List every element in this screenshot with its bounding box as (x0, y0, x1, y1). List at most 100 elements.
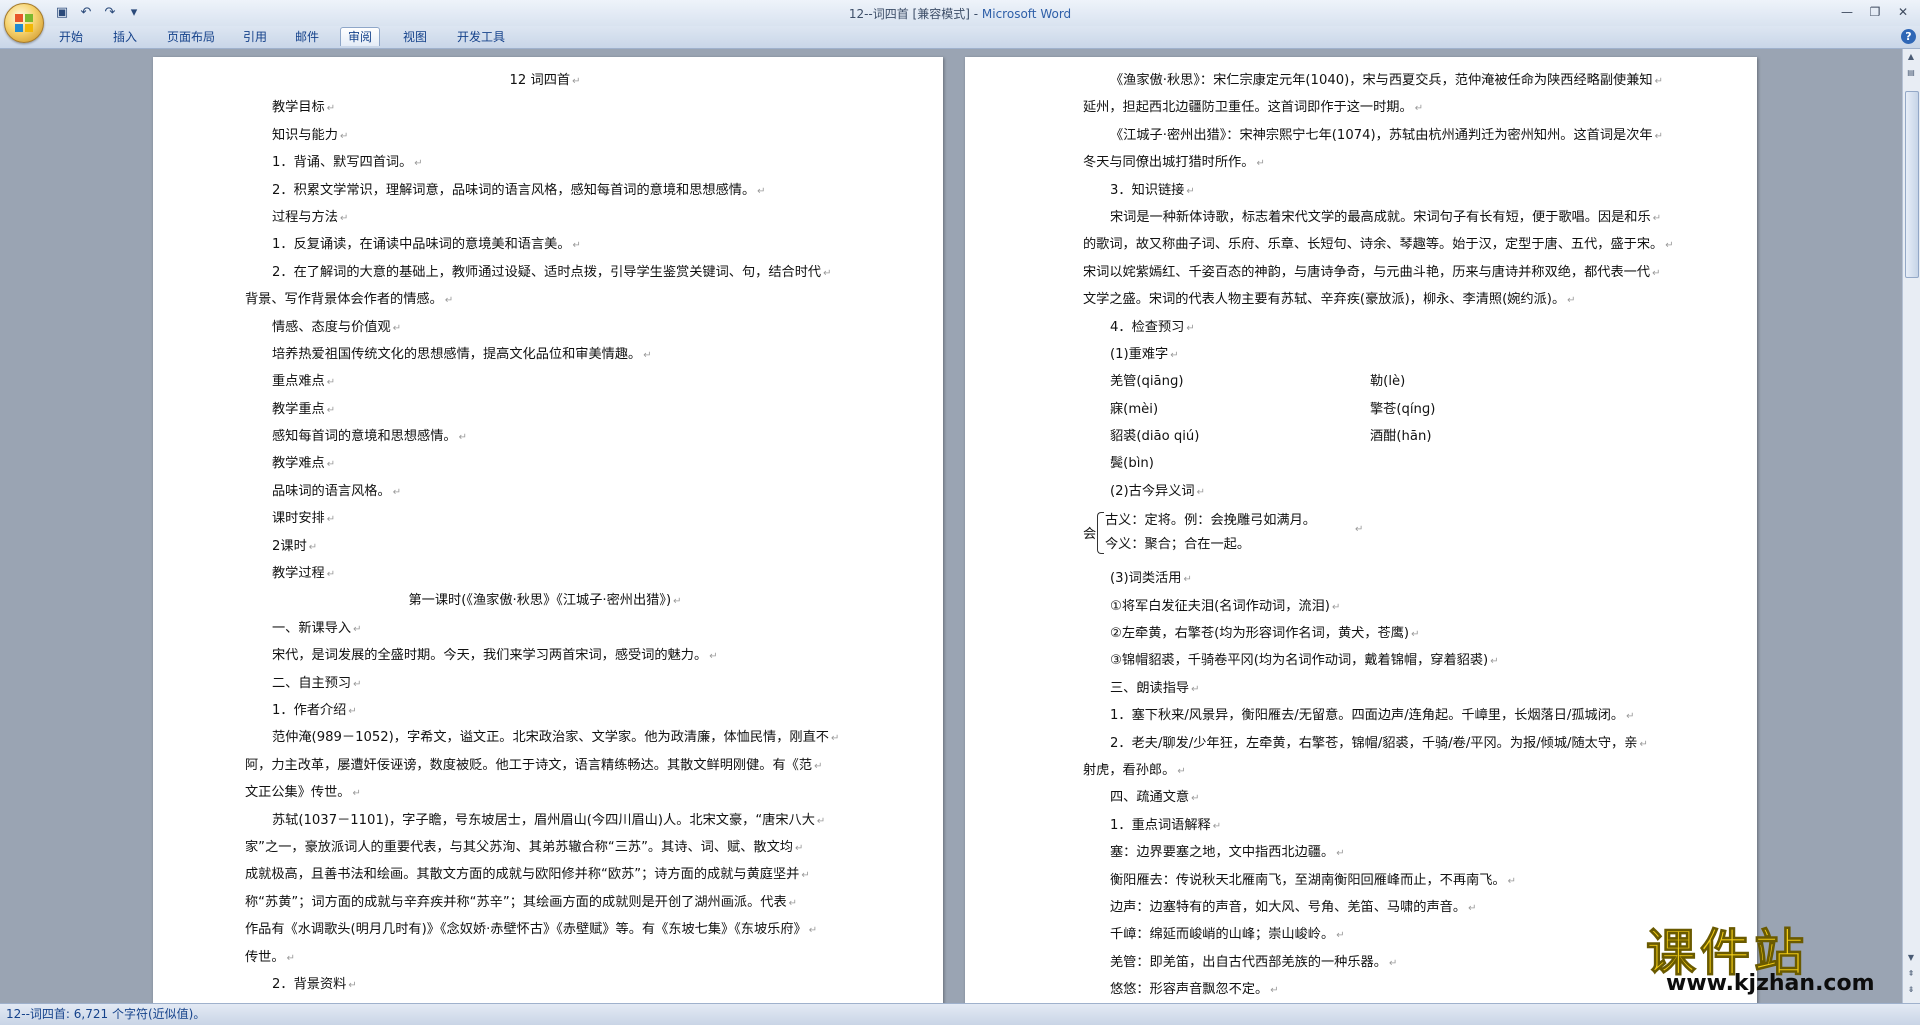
pronunciation-item: 擎苍(qínɡ) (1370, 401, 1436, 417)
doc-line: 重点难点 ↵ (245, 368, 845, 395)
minimize-icon[interactable]: — (1834, 2, 1860, 22)
paragraph-mark: ↵ (643, 349, 652, 361)
scroll-up-icon[interactable]: ▲ (1905, 51, 1917, 63)
doc-line: 范仲淹(989－1052)，字希文，谥文正。北宋政治家、文学家。他为政清廉，体恤… (245, 724, 845, 751)
doc-line-text: 延州，担起西北边疆防卫重任。这首词即作于这一时期。 (1083, 100, 1413, 116)
pronunciation-row: 鬓(bìn) (1083, 450, 1673, 477)
doc-line-text: 冬天与同僚出城打猎时所作。 (1083, 155, 1255, 171)
gujin-new: 今义：聚合；合在一起。 (1105, 537, 1251, 553)
ruler-toggle-icon[interactable]: ▤ (1905, 67, 1917, 79)
doc-line-text: 称“苏黄”；词方面的成就与辛弃疾并称“苏辛”；其绘画方面的成就则是开创了湖州画派… (245, 894, 787, 910)
doc-line: 教学难点 ↵ (245, 450, 845, 477)
pronunciation-row: 寐(mèi) 擎苍(qínɡ) (1083, 396, 1673, 423)
doc-line-text: 范仲淹(989－1052)，字希文，谥文正。北宋政治家、文学家。他为政清廉，体恤… (272, 730, 829, 746)
pronunciation-row: 貂裘(diāo qiú) 酒酣(hān) (1083, 423, 1673, 450)
doc-line: 悠悠：形容声音飘忽不定。 ↵ (1083, 976, 1673, 1003)
paragraph-mark: ↵ (1468, 902, 1477, 914)
doc-line: 衡阳雁去：传说秋天北雁南飞，至湖南衡阳回雁峰而止，不再南飞。 ↵ (1083, 867, 1673, 894)
document-title: 12--词四首 [兼容模式] - (848, 7, 982, 21)
doc-line-text: 文正公集》传世。 (245, 785, 351, 801)
doc-line: 2．积累文学常识，理解词意，品味词的语言风格，感知每首词的意境和思想感情。 ↵ (245, 177, 845, 204)
doc-line-text: 四、疏通文意 (1110, 790, 1190, 806)
document-area[interactable]: 12 词四首 ↵ 教学目标 ↵ 知识与能力 ↵ 1．背诵、默写四首词。 ↵ 2．积累文学常识，理… (0, 49, 1920, 1004)
doc-line: 宋词以姹紫嫣红、千姿百态的神韵，与唐诗争奇，与元曲斗艳，历来与唐诗并称双绝，都代… (1083, 259, 1673, 286)
prev-page-icon[interactable]: ⇞ (1905, 968, 1917, 980)
doc-line-text: 第一课时(《渔家傲·秋思》《江城子·密州出猎》) (408, 593, 672, 609)
document-page-1[interactable]: 12 词四首 ↵ 教学目标 ↵ 知识与能力 ↵ 1．背诵、默写四首词。 ↵ 2．积累文学常识，理… (153, 57, 943, 1004)
gujin-brace-block: 会 古义：定将。例：会挽雕弓如满月。 今义：聚合；合在一起。 ↵ (1083, 509, 1673, 559)
paragraph-mark: ↵ (1414, 103, 1424, 115)
doc-line: 过程与方法 ↵ (245, 204, 845, 231)
doc-line: 羌管：即羌笛，出自古代西部羌族的一种乐器。 ↵ (1083, 949, 1673, 976)
doc-line-text: 背景、写作背景体会作者的情感。 (245, 292, 443, 308)
title-bar: ▣ ↶ ↷ ▾ 12--词四首 [兼容模式] - Microsoft Word … (0, 0, 1920, 26)
doc-line-text: ③锦帽貂裘，千骑卷平冈(均为名词作动词，戴着锦帽，穿着貂裘) (1110, 653, 1489, 669)
paragraph-mark: ↵ (286, 952, 295, 964)
help-icon[interactable]: ? (1901, 29, 1916, 44)
doc-line-text: 教学过程 (272, 566, 325, 582)
paragraph-mark: ↵ (339, 212, 349, 224)
doc-line-text: 传世。 (245, 949, 285, 965)
tab-home[interactable]: 开始 (52, 28, 90, 46)
doc-line: 冬天与同僚出城打猎时所作。 ↵ (1083, 149, 1673, 176)
paragraph-mark: ↵ (1652, 267, 1661, 279)
doc-line-text: 羌管：即羌笛，出自古代西部羌族的一种乐器。 (1110, 954, 1387, 970)
doc-line: 品味词的语言风格。 ↵ (245, 478, 845, 505)
paragraph-mark: ↵ (709, 651, 718, 663)
scrollbar-thumb[interactable] (1905, 91, 1919, 278)
doc-line-text: 塞：边界要塞之地，文中指西北边疆。 (1110, 845, 1335, 861)
tab-references[interactable]: 引用 (236, 28, 274, 46)
window-title: 12--词四首 [兼容模式] - Microsoft Word (0, 5, 1920, 22)
office-button[interactable] (4, 3, 44, 43)
doc-line: 苏轼(1037－1101)，字子瞻，号东坡居士，眉州眉山(今四川眉山)人。北宋文… (245, 807, 845, 834)
doc-line-text: 《渔家傲·秋思》：宋仁宗康定元年(1040)，宋与西夏交兵，范仲淹被任命为陕西经… (1110, 73, 1653, 88)
doc-line-text: 感知每首词的意境和思想感情。 (272, 429, 457, 445)
paragraph-mark: ↵ (353, 678, 362, 690)
paragraph-mark: ↵ (1654, 130, 1663, 142)
paragraph-mark: ↵ (1256, 158, 1265, 170)
paragraph-mark: ↵ (1388, 957, 1398, 969)
paragraph-mark: ↵ (1567, 295, 1576, 307)
doc-line: 情感、态度与价值观 ↵ (245, 314, 845, 341)
window-controls: — ❐ ✕ (1834, 2, 1916, 22)
paragraph-mark: ↵ (326, 404, 336, 416)
paragraph-mark: ↵ (1665, 240, 1674, 252)
tab-insert[interactable]: 插入 (106, 28, 144, 46)
doc-line: 12 词四首 ↵ (245, 67, 845, 94)
doc-line: 文学之盛。宋词的代表人物主要有苏轼、辛弃疾(豪放派)，柳永、李清照(婉约派)。 ↵ (1083, 286, 1673, 313)
maximize-icon[interactable]: ❐ (1862, 2, 1888, 22)
doc-line-text: 1．反复诵读，在诵读中品味词的意境美和语言美。 (272, 237, 571, 253)
doc-line: 边声：边塞特有的声音，如大风、号角、羌笛、马啸的声音。 ↵ (1083, 894, 1673, 921)
document-page-2[interactable]: 《渔家傲·秋思》：宋仁宗康定元年(1040)，宋与西夏交兵，范仲淹被任命为陕西经… (965, 57, 1757, 1004)
doc-line-text: 2．积累文学常识，理解词意，品味词的语言风格，感知每首词的意境和思想感情。 (272, 182, 756, 198)
vertical-scrollbar[interactable]: ▲ ▤ ▼ ⇞ ⇟ (1902, 49, 1920, 1004)
close-icon[interactable]: ✕ (1890, 2, 1916, 22)
status-text: 12--词四首: 6,721 个字符(近似值)。 (6, 1007, 206, 1021)
paragraph-mark: ↵ (339, 130, 349, 142)
tab-developer[interactable]: 开发工具 (450, 28, 512, 46)
paragraph-mark: ↵ (795, 842, 804, 854)
tab-mailings[interactable]: 邮件 (288, 28, 326, 46)
tab-view[interactable]: 视图 (396, 28, 434, 46)
doc-line-text: 的歌词，故又称曲子词、乐府、乐章、长短句、诗余、琴趣等。始于汉，定型于唐、五代，… (1083, 237, 1664, 253)
tab-review[interactable]: 审阅 (340, 27, 381, 46)
paragraph-mark: ↵ (1654, 76, 1663, 87)
tab-page-layout[interactable]: 页面布局 (160, 28, 222, 46)
doc-line: 成就极高，且善书法和绘画。其散文方面的成就与欧阳修并称“欧苏”；诗方面的成就与黄… (245, 861, 845, 888)
doc-line-text: 课时安排 (272, 511, 325, 527)
paragraph-mark: ↵ (1331, 601, 1341, 613)
doc-line-text: (1)重难字 (1110, 346, 1169, 362)
next-page-icon[interactable]: ⇟ (1905, 984, 1917, 996)
doc-line: 2．在了解词的大意的基础上，教师通过设疑、适时点拨，引导学生鉴赏关键词、句，结合… (245, 259, 845, 286)
doc-line: (2)古今异义词 ↵ (1083, 478, 1673, 505)
doc-line: ③锦帽貂裘，千骑卷平冈(均为名词作动词，戴着锦帽，穿着貂裘) ↵ (1083, 647, 1673, 674)
brace-icon (1097, 512, 1104, 555)
doc-line: 2．背景资料 ↵ (245, 971, 845, 998)
status-bar: 12--词四首: 6,721 个字符(近似值)。 (0, 1003, 1920, 1025)
paragraph-mark: ↵ (1639, 738, 1648, 750)
paragraph-mark: ↵ (326, 459, 336, 471)
scroll-down-icon[interactable]: ▼ (1905, 952, 1917, 964)
paragraph-mark: ↵ (814, 760, 823, 772)
doc-line-text: 文学之盛。宋词的代表人物主要有苏轼、辛弃疾(豪放派)，柳永、李清照(婉约派)。 (1083, 292, 1566, 308)
pronunciation-row: 羌管(qiānɡ) 勒(lè) (1083, 368, 1673, 395)
